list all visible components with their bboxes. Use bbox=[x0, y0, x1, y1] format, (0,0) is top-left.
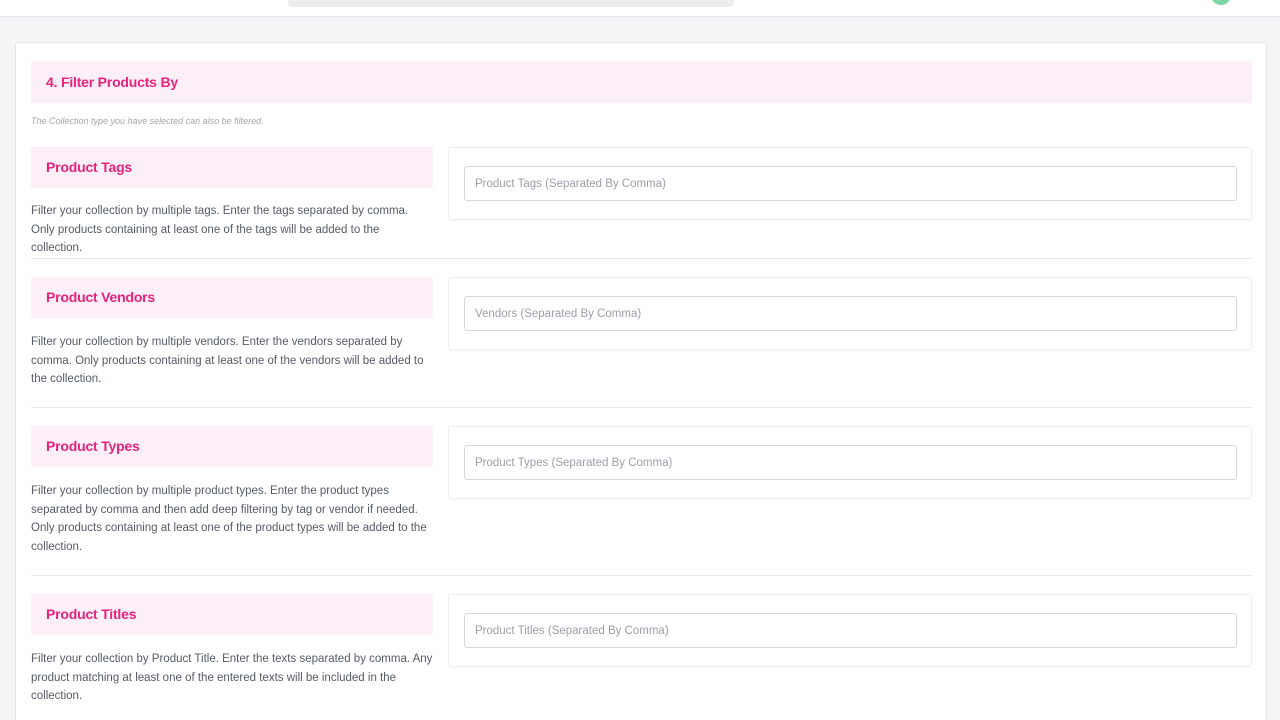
row-divider bbox=[31, 258, 1252, 259]
product-titles-label: Product Titles bbox=[46, 606, 137, 622]
product-types-input[interactable] bbox=[464, 445, 1237, 480]
row-divider bbox=[31, 575, 1252, 576]
product-tags-description: Filter your collection by multiple tags.… bbox=[31, 205, 409, 254]
product-vendors-input[interactable] bbox=[464, 296, 1237, 331]
product-tags-input-card bbox=[448, 147, 1252, 220]
product-types-label: Product Types bbox=[46, 438, 140, 454]
product-tags-input[interactable] bbox=[464, 166, 1237, 201]
product-vendors-label-box: Product Vendors bbox=[31, 277, 433, 318]
product-types-label-box: Product Types bbox=[31, 426, 433, 467]
section-header: 4. Filter Products By bbox=[31, 61, 1252, 103]
product-vendors-label: Product Vendors bbox=[46, 289, 156, 305]
product-titles-input-card bbox=[448, 594, 1252, 667]
user-status-indicator[interactable] bbox=[1211, 0, 1231, 5]
filter-products-card: 4. Filter Products By The Collection typ… bbox=[15, 42, 1267, 720]
global-search-bar[interactable] bbox=[288, 0, 734, 7]
top-navigation-bar bbox=[0, 0, 1280, 17]
product-titles-input[interactable] bbox=[464, 613, 1237, 648]
row-divider bbox=[31, 407, 1252, 408]
section-title: 4. Filter Products By bbox=[46, 74, 178, 90]
product-tags-label: Product Tags bbox=[46, 159, 133, 175]
product-types-description: Filter your collection by multiple produ… bbox=[31, 485, 427, 553]
product-titles-description: Filter your collection by Product Title.… bbox=[31, 653, 433, 702]
product-titles-label-box: Product Titles bbox=[31, 594, 433, 635]
section-note: The Collection type you have selected ca… bbox=[31, 116, 264, 126]
product-vendors-description: Filter your collection by multiple vendo… bbox=[31, 336, 424, 385]
product-types-input-card bbox=[448, 426, 1252, 499]
product-vendors-input-card bbox=[448, 277, 1252, 350]
product-tags-label-box: Product Tags bbox=[31, 147, 433, 188]
